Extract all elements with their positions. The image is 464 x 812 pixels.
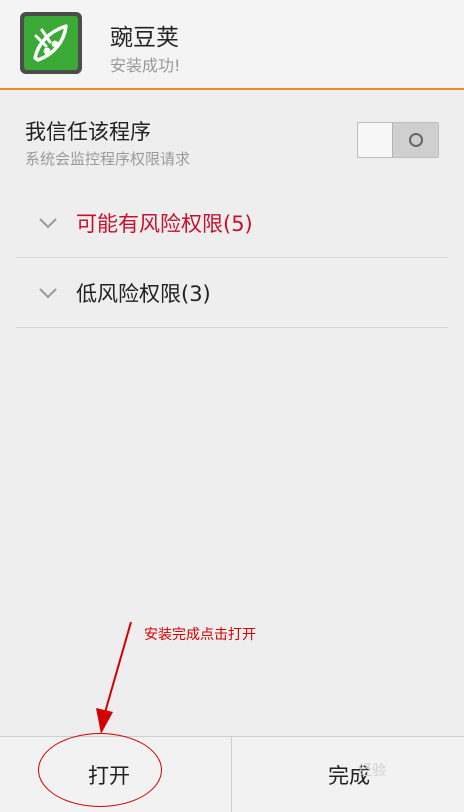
annotation-text: 安装完成点击打开 bbox=[144, 627, 256, 643]
chevron-down-icon bbox=[26, 217, 70, 229]
risky-permissions-label: 可能有风险权限(5) bbox=[76, 212, 253, 236]
trust-app-toggle[interactable] bbox=[357, 122, 439, 158]
install-complete-screen: 豌豆荚 安装成功! 我信任该程序 系统会监控程序权限请求 可能有风险权限(5) … bbox=[0, 0, 464, 812]
header-divider bbox=[0, 88, 464, 90]
risky-permissions-row[interactable]: 可能有风险权限(5) bbox=[16, 188, 448, 258]
app-header: 豌豆荚 安装成功! bbox=[0, 0, 464, 89]
row-divider bbox=[16, 327, 448, 328]
annotation-oval bbox=[38, 733, 162, 807]
wandoujia-pea-icon bbox=[20, 12, 82, 74]
low-risk-permissions-row[interactable]: 低风险权限(3) bbox=[16, 258, 448, 328]
watermark: 经验 bbox=[358, 763, 386, 779]
trust-app-label: 我信任该程序 bbox=[25, 120, 151, 144]
install-status: 安装成功! bbox=[110, 56, 181, 75]
toggle-knob bbox=[392, 123, 438, 157]
toggle-off-icon bbox=[408, 133, 423, 147]
low-risk-permissions-label: 低风险权限(3) bbox=[76, 282, 211, 306]
trust-app-description: 系统会监控程序权限请求 bbox=[25, 150, 191, 168]
app-name: 豌豆荚 bbox=[110, 25, 179, 51]
chevron-down-icon bbox=[26, 287, 70, 299]
done-button[interactable]: 完成 bbox=[232, 737, 463, 812]
